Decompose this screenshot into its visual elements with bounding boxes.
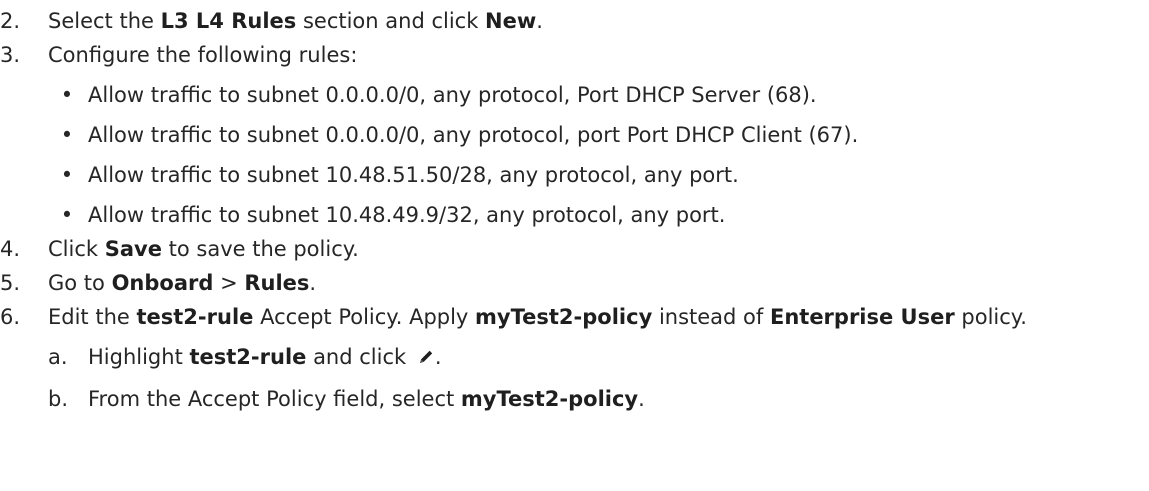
bullet-mark: • bbox=[60, 83, 74, 107]
step-6: 6. Edit the test2-rule Accept Policy. Ap… bbox=[0, 300, 1149, 334]
step-2: 2. Select the L3 L4 Rules section and cl… bbox=[0, 4, 1149, 38]
step-text: Go to Onboard > Rules. bbox=[48, 271, 317, 295]
rules-label: Rules bbox=[244, 271, 310, 295]
save-label: Save bbox=[104, 237, 162, 261]
substep-letter: b. bbox=[48, 387, 69, 411]
rule-text: Allow traffic to subnet 0.0.0.0/0, any p… bbox=[88, 123, 859, 147]
mytest2-policy-label: myTest2-policy bbox=[460, 387, 639, 411]
list-item: • Allow traffic to subnet 10.48.49.9/32,… bbox=[0, 198, 1149, 232]
step-text: Select the L3 L4 Rules section and click… bbox=[48, 9, 543, 33]
step-3: 3. Configure the following rules: bbox=[0, 38, 1149, 72]
step-text: Click Save to save the policy. bbox=[48, 237, 359, 261]
bullet-mark: • bbox=[60, 203, 74, 227]
list-item: • Allow traffic to subnet 0.0.0.0/0, any… bbox=[0, 78, 1149, 112]
onboard-label: Onboard bbox=[111, 271, 214, 295]
step-number: 5. bbox=[0, 271, 21, 295]
test2-rule-label: test2-rule bbox=[189, 345, 307, 369]
step-text: Edit the test2-rule Accept Policy. Apply… bbox=[48, 305, 1027, 329]
l3-l4-rules-label: L3 L4 Rules bbox=[160, 9, 297, 33]
step-number: 3. bbox=[0, 43, 21, 67]
substep-text: From the Accept Policy field, select myT… bbox=[88, 387, 645, 411]
step-number: 2. bbox=[0, 9, 21, 33]
document-body: 2. Select the L3 L4 Rules section and cl… bbox=[0, 0, 1149, 491]
substep-letter: a. bbox=[48, 345, 68, 369]
pencil-icon bbox=[417, 342, 435, 376]
mytest2-policy-label: myTest2-policy bbox=[475, 305, 653, 329]
bullet-mark: • bbox=[60, 163, 74, 187]
new-label: New bbox=[485, 9, 537, 33]
enterprise-user-label: Enterprise User bbox=[769, 305, 955, 329]
rule-text: Allow traffic to subnet 10.48.49.9/32, a… bbox=[88, 203, 726, 227]
rule-text: Allow traffic to subnet 0.0.0.0/0, any p… bbox=[88, 83, 817, 107]
list-item: • Allow traffic to subnet 10.48.51.50/28… bbox=[0, 158, 1149, 192]
step-text: Configure the following rules: bbox=[48, 43, 358, 67]
substep-a: a. Highlight test2-rule and click . bbox=[0, 340, 1149, 376]
step-4: 4. Click Save to save the policy. bbox=[0, 232, 1149, 266]
bullet-mark: • bbox=[60, 123, 74, 147]
step-number: 4. bbox=[0, 237, 21, 261]
substep-b: b. From the Accept Policy field, select … bbox=[0, 382, 1149, 416]
step-number: 6. bbox=[0, 305, 21, 329]
step-5: 5. Go to Onboard > Rules. bbox=[0, 266, 1149, 300]
list-item: • Allow traffic to subnet 0.0.0.0/0, any… bbox=[0, 118, 1149, 152]
test2-rule-label: test2-rule bbox=[136, 305, 254, 329]
rule-text: Allow traffic to subnet 10.48.51.50/28, … bbox=[88, 163, 739, 187]
